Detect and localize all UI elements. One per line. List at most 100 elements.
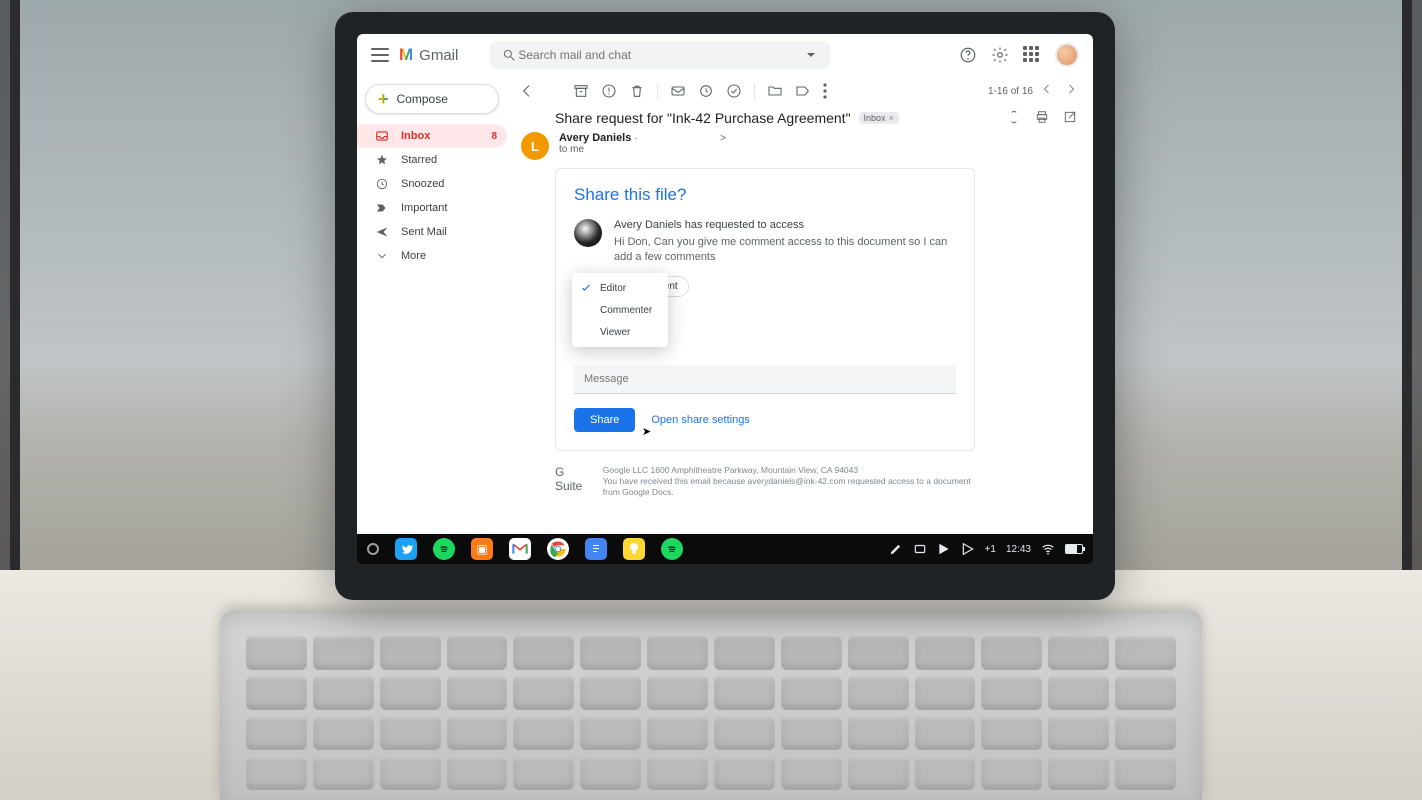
inbox-icon bbox=[375, 129, 389, 143]
main-pane: 1-16 of 16 Share request for "Ink-42 Pur… bbox=[507, 76, 1093, 534]
subject-row: Share request for "Ink-42 Purchase Agree… bbox=[507, 106, 1093, 132]
tray-icon-2[interactable] bbox=[961, 542, 975, 556]
inbox-badge: 8 bbox=[491, 131, 497, 142]
help-icon[interactable] bbox=[959, 46, 977, 64]
sender-name: Avery Daniels bbox=[559, 132, 631, 144]
back-icon[interactable] bbox=[519, 83, 535, 99]
sidebar-item-starred[interactable]: Starred bbox=[357, 148, 507, 172]
email-footer: G Suite Google LLC 1600 Amphitheatre Par… bbox=[555, 465, 975, 498]
gmail-m-icon: M bbox=[399, 45, 413, 65]
delete-icon[interactable] bbox=[629, 83, 645, 99]
move-to-icon[interactable] bbox=[767, 83, 783, 99]
sender-row: L Avery Daniels · > to me bbox=[507, 132, 1093, 168]
laptop-screen: M Gmail bbox=[357, 34, 1093, 564]
app-icon-orange[interactable]: ▣ bbox=[471, 538, 493, 560]
spotify-app-icon-2[interactable] bbox=[661, 538, 683, 560]
apps-grid-icon[interactable] bbox=[1023, 46, 1041, 64]
laptop-keyboard bbox=[220, 610, 1202, 800]
dropdown-option-viewer[interactable]: Viewer bbox=[572, 321, 668, 343]
tray-icon-1[interactable] bbox=[913, 542, 927, 556]
print-icon[interactable] bbox=[1035, 110, 1051, 126]
sidebar-item-label: Snoozed bbox=[401, 178, 444, 190]
clock: 12:43 bbox=[1006, 544, 1031, 555]
search-input[interactable] bbox=[518, 48, 802, 62]
archive-icon[interactable] bbox=[573, 83, 589, 99]
clock-icon bbox=[375, 177, 389, 191]
profile-avatar[interactable] bbox=[1055, 43, 1079, 67]
requester-avatar bbox=[574, 219, 602, 247]
sidebar-item-snoozed[interactable]: Snoozed bbox=[357, 172, 507, 196]
compose-button[interactable]: + Compose bbox=[365, 84, 499, 114]
search-bar[interactable] bbox=[490, 41, 830, 69]
email-subject: Share request for "Ink-42 Purchase Agree… bbox=[555, 110, 851, 126]
sidebar-item-label: Starred bbox=[401, 154, 437, 166]
sender-avatar: L bbox=[521, 132, 549, 160]
chevron-down-icon bbox=[375, 249, 389, 263]
sidebar-item-label: More bbox=[401, 250, 426, 262]
keep-app-icon[interactable] bbox=[623, 538, 645, 560]
label-chip[interactable]: Inbox× bbox=[859, 112, 899, 124]
prev-page-icon[interactable] bbox=[1041, 83, 1057, 99]
sidebar-item-more[interactable]: More bbox=[357, 244, 507, 268]
laptop-frame: M Gmail bbox=[335, 12, 1115, 600]
launcher-icon[interactable] bbox=[367, 543, 379, 555]
footer-reason: You have received this email because ave… bbox=[603, 476, 975, 498]
gear-icon[interactable] bbox=[991, 46, 1009, 64]
access-level-dropdown[interactable]: Editor Commenter Viewer ➤ bbox=[572, 273, 668, 347]
pen-icon[interactable] bbox=[889, 542, 903, 556]
play-store-icon[interactable] bbox=[937, 542, 951, 556]
share-button[interactable]: Share bbox=[574, 408, 635, 432]
check-icon bbox=[580, 282, 592, 294]
star-icon bbox=[375, 153, 389, 167]
wifi-icon[interactable] bbox=[1041, 542, 1055, 556]
chromeos-shelf: ▣ +1 12:43 bbox=[357, 534, 1093, 564]
compose-label: Compose bbox=[397, 92, 448, 106]
chip-close-icon: × bbox=[889, 113, 894, 123]
sidebar: + Compose Inbox 8 Starred Snoozed bbox=[357, 76, 507, 534]
gsuite-logo: G Suite bbox=[555, 465, 589, 493]
open-share-settings-link[interactable]: Open share settings bbox=[651, 414, 749, 426]
open-new-icon[interactable] bbox=[1063, 110, 1079, 126]
separator bbox=[657, 83, 658, 99]
search-dropdown-icon[interactable] bbox=[802, 46, 820, 64]
next-page-icon[interactable] bbox=[1065, 83, 1081, 99]
request-message: Hi Don, Can you give me comment access t… bbox=[614, 235, 956, 266]
footer-address: Google LLC 1600 Amphitheatre Parkway, Mo… bbox=[603, 465, 975, 476]
sidebar-item-sent[interactable]: Sent Mail bbox=[357, 220, 507, 244]
snooze-icon[interactable] bbox=[698, 83, 714, 99]
docs-app-icon[interactable] bbox=[585, 538, 607, 560]
spam-icon[interactable] bbox=[601, 83, 617, 99]
hamburger-icon[interactable] bbox=[371, 48, 389, 62]
chrome-app-icon[interactable] bbox=[547, 538, 569, 560]
separator bbox=[754, 83, 755, 99]
tray-plus-count: +1 bbox=[985, 544, 996, 555]
plus-icon: + bbox=[378, 89, 389, 110]
share-card: Share this file? Avery Daniels has reque… bbox=[555, 168, 975, 451]
gmail-app: M Gmail bbox=[357, 34, 1093, 534]
product-name: Gmail bbox=[419, 47, 458, 64]
dropdown-option-editor[interactable]: Editor bbox=[572, 277, 668, 299]
sidebar-item-inbox[interactable]: Inbox 8 bbox=[357, 124, 507, 148]
battery-icon[interactable] bbox=[1065, 544, 1083, 554]
search-icon bbox=[500, 46, 518, 64]
sidebar-item-important[interactable]: Important bbox=[357, 196, 507, 220]
gmail-app-icon[interactable] bbox=[509, 538, 531, 560]
mark-unread-icon[interactable] bbox=[670, 83, 686, 99]
expand-icon[interactable] bbox=[1007, 110, 1023, 126]
label-icon[interactable] bbox=[795, 83, 811, 99]
add-task-icon[interactable] bbox=[726, 83, 742, 99]
gmail-header: M Gmail bbox=[357, 34, 1093, 76]
share-message-input[interactable] bbox=[574, 365, 956, 394]
sender-to: to me bbox=[559, 144, 726, 155]
twitter-app-icon[interactable] bbox=[395, 538, 417, 560]
gmail-logo[interactable]: M Gmail bbox=[399, 45, 458, 65]
dropdown-option-commenter[interactable]: Commenter bbox=[572, 299, 668, 321]
spotify-app-icon[interactable] bbox=[433, 538, 455, 560]
more-icon[interactable] bbox=[823, 83, 839, 99]
system-tray[interactable]: +1 12:43 bbox=[889, 542, 1083, 556]
important-icon bbox=[375, 201, 389, 215]
pagination-count: 1-16 of 16 bbox=[988, 86, 1033, 97]
mouse-cursor-icon: ➤ bbox=[642, 425, 651, 438]
sidebar-item-label: Sent Mail bbox=[401, 226, 447, 238]
sidebar-item-label: Inbox bbox=[401, 130, 430, 142]
